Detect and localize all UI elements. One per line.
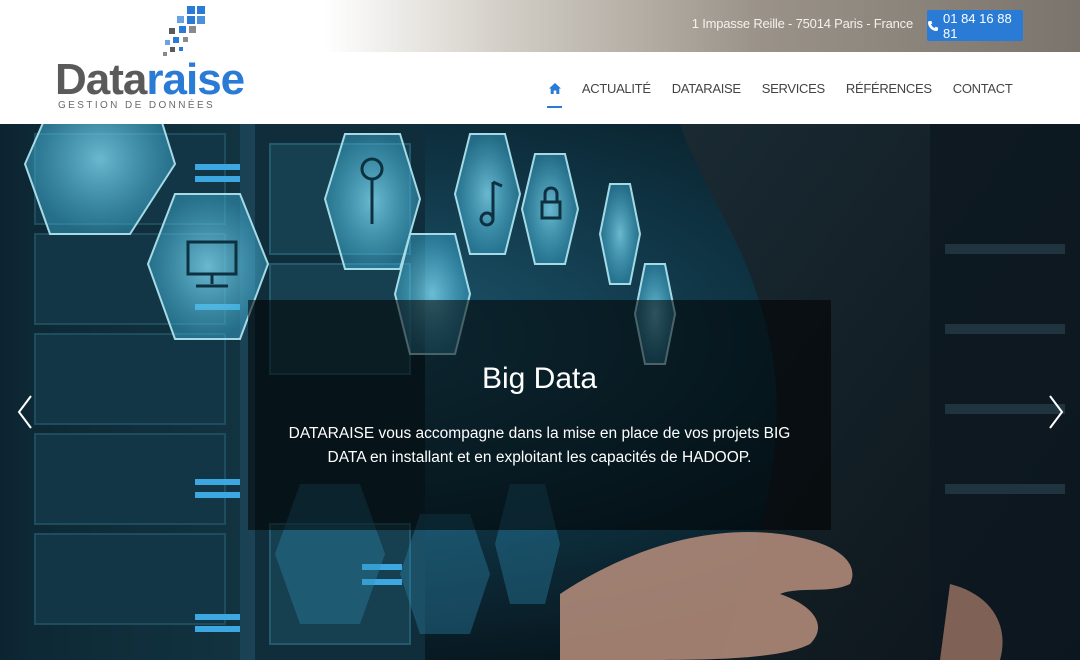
main-nav: ACTUALITÉ DATARAISE SERVICES RÉFÉRENCES … xyxy=(538,52,1023,124)
carousel-prev-button[interactable] xyxy=(14,392,36,432)
logo-wordmark: Dataraise xyxy=(55,55,245,104)
nav-services[interactable]: SERVICES xyxy=(751,52,835,124)
logo[interactable]: Dataraise GESTION DE DONNÉES xyxy=(55,4,245,116)
nav-contact[interactable]: CONTACT xyxy=(942,52,1023,124)
home-icon xyxy=(548,82,561,94)
chevron-left-icon xyxy=(17,395,32,429)
phone-number: 01 84 16 88 81 xyxy=(943,10,1012,41)
carousel-next-button[interactable] xyxy=(1045,392,1067,432)
nav-references[interactable]: RÉFÉRENCES xyxy=(835,52,942,124)
chevron-right-icon xyxy=(1049,395,1064,429)
logo-word-raise: raise xyxy=(146,55,245,104)
nav-home[interactable] xyxy=(538,52,571,124)
hero-carousel: Big Data DATARAISE vous accompagne dans … xyxy=(0,124,1080,660)
nav-actualite[interactable]: ACTUALITÉ xyxy=(571,52,661,124)
slide-caption: Big Data DATARAISE vous accompagne dans … xyxy=(248,300,831,530)
nav-dataraise[interactable]: DATARAISE xyxy=(661,52,751,124)
logo-word-data: Data xyxy=(55,55,147,104)
slide-title: Big Data xyxy=(481,362,598,395)
logo-tagline: GESTION DE DONNÉES xyxy=(58,100,216,111)
phone-icon xyxy=(927,20,939,32)
slide-description: DATARAISE vous accompagne dans la mise e… xyxy=(288,425,791,466)
address-text: 1 Impasse Reille - 75014 Paris - France xyxy=(691,16,913,31)
phone-button[interactable]: 01 84 16 88 81 xyxy=(927,10,1023,41)
